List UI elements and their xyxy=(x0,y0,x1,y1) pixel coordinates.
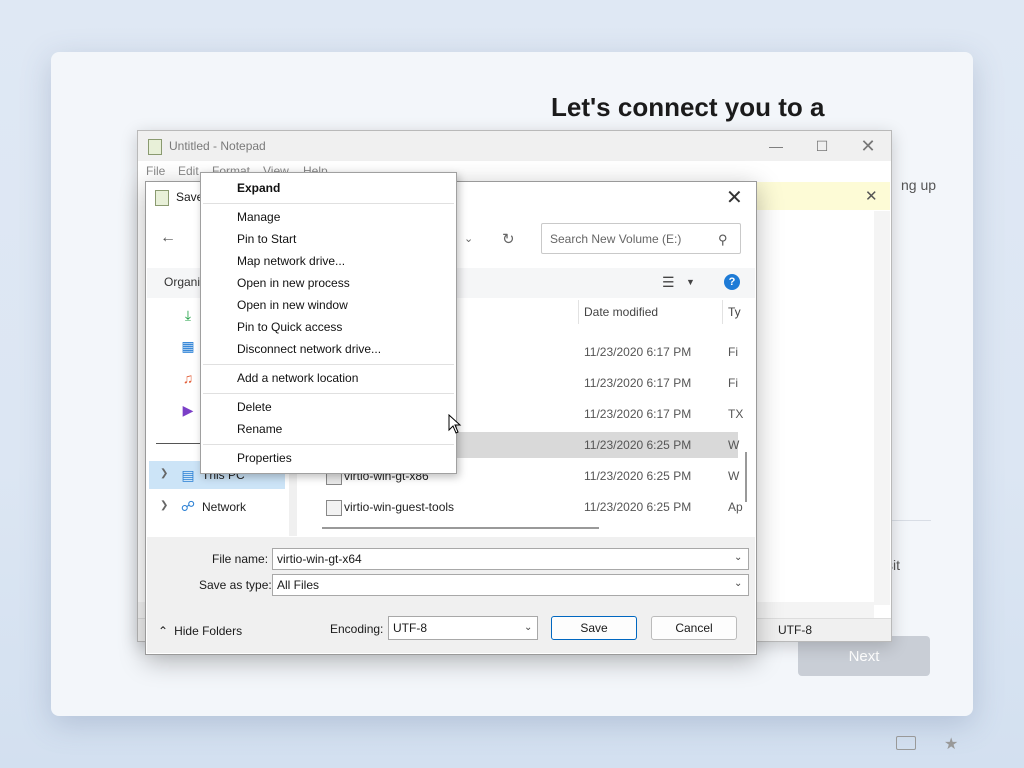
column-header-date[interactable]: Date modified xyxy=(584,305,658,319)
network-icon: ☍ xyxy=(180,497,196,514)
mouse-cursor-icon xyxy=(448,414,462,434)
save-type-select[interactable]: All Files xyxy=(272,574,749,596)
setup-title: Let's connect you to a xyxy=(551,92,825,122)
row-date[interactable]: 11/23/2020 6:25 PM xyxy=(584,438,691,452)
save-button[interactable]: Save xyxy=(551,616,637,640)
row-type[interactable]: Ap xyxy=(728,500,743,514)
vertical-scrollbar[interactable] xyxy=(874,211,890,605)
row-date[interactable]: 11/23/2020 6:17 PM xyxy=(584,407,691,421)
view-list-icon[interactable]: ☰ xyxy=(662,274,675,291)
row-type[interactable]: W xyxy=(728,438,739,452)
menu-item-add-network-location[interactable]: Add a network location xyxy=(237,371,358,385)
next-button[interactable]: Next xyxy=(798,636,930,676)
videos-icon[interactable]: ▶ xyxy=(180,402,196,418)
notepad-icon xyxy=(148,139,162,155)
menu-separator xyxy=(203,203,454,204)
row-date[interactable]: 11/23/2020 6:25 PM xyxy=(584,469,691,483)
menu-item-expand[interactable]: Expand xyxy=(237,181,280,195)
nav-label-network[interactable]: Network xyxy=(202,500,246,514)
menu-item-pin-quick-access[interactable]: Pin to Quick access xyxy=(237,320,342,334)
application-icon xyxy=(326,500,342,516)
chevron-down-icon[interactable]: ⌄ xyxy=(734,578,742,589)
nav-separator xyxy=(156,443,200,444)
hide-folders-button[interactable]: ⌃ Hide Folders xyxy=(158,624,242,638)
menu-item-disconnect-network-drive[interactable]: Disconnect network drive... xyxy=(237,342,381,356)
column-separator[interactable] xyxy=(578,300,579,324)
menu-item-map-network-drive[interactable]: Map network drive... xyxy=(237,254,345,268)
row-type[interactable]: Fi xyxy=(728,345,738,359)
horizontal-scroll-thumb[interactable] xyxy=(322,527,599,529)
chevron-right-icon[interactable]: ❯ xyxy=(160,468,168,479)
column-header-type[interactable]: Ty xyxy=(728,305,741,319)
column-separator[interactable] xyxy=(722,300,723,324)
context-menu: Expand Manage Pin to Start Map network d… xyxy=(200,172,457,474)
organize-button[interactable]: Organi xyxy=(164,275,200,289)
help-icon[interactable]: ? xyxy=(724,274,740,290)
chevron-down-icon[interactable]: ⌄ xyxy=(734,552,742,563)
chevron-right-icon[interactable]: ❯ xyxy=(160,500,168,511)
search-icon[interactable]: ⚲ xyxy=(718,232,728,248)
refresh-icon[interactable]: ↻ xyxy=(502,230,515,248)
maximize-icon[interactable]: ☐ xyxy=(799,131,845,161)
vertical-scroll-thumb[interactable] xyxy=(745,452,747,502)
keyboard-icon[interactable] xyxy=(896,736,916,750)
close-icon[interactable]: ✕ xyxy=(726,185,743,210)
chevron-down-icon[interactable]: ⌄ xyxy=(524,622,532,633)
cancel-button[interactable]: Cancel xyxy=(651,616,737,640)
row-date[interactable]: 11/23/2020 6:25 PM xyxy=(584,500,691,514)
menu-item-properties[interactable]: Properties xyxy=(237,451,292,465)
row-name[interactable]: virtio-win-guest-tools xyxy=(344,500,454,514)
search-input[interactable]: Search New Volume (E:) xyxy=(541,223,741,254)
save-type-label: Save as type: xyxy=(199,578,272,592)
menu-item-manage[interactable]: Manage xyxy=(237,210,280,224)
row-date[interactable]: 11/23/2020 6:17 PM xyxy=(584,376,691,390)
encoding-select[interactable]: UTF-8 xyxy=(388,616,538,640)
chevron-down-icon[interactable]: ⌄ xyxy=(464,232,473,245)
accessibility-icon[interactable]: ★ xyxy=(944,734,958,754)
file-name-field[interactable]: virtio-win-gt-x64 xyxy=(272,548,749,570)
pictures-icon[interactable]: ▦ xyxy=(180,338,196,354)
menu-item-open-new-process[interactable]: Open in new process xyxy=(237,276,350,290)
chevron-up-icon: ⌃ xyxy=(158,624,169,638)
row-type[interactable]: Fi xyxy=(728,376,738,390)
menu-item-rename[interactable]: Rename xyxy=(237,422,282,436)
notepad-icon xyxy=(155,190,169,206)
file-name-label: File name: xyxy=(212,552,269,566)
view-dropdown-icon[interactable]: ▼ xyxy=(686,277,695,287)
status-encoding: UTF-8 xyxy=(778,623,812,637)
encoding-label: Encoding: xyxy=(330,622,384,636)
menu-edit[interactable]: Edit xyxy=(178,164,199,178)
menu-file[interactable]: File xyxy=(146,164,165,178)
menu-separator xyxy=(203,364,454,365)
row-type[interactable]: TX xyxy=(728,407,743,421)
close-icon[interactable]: ✕ xyxy=(845,131,891,161)
setup-side-text: ng up xyxy=(901,177,937,193)
menu-item-pin-to-start[interactable]: Pin to Start xyxy=(237,232,296,246)
menu-separator xyxy=(203,444,454,445)
music-icon[interactable]: ♫ xyxy=(180,370,196,386)
hide-folders-label: Hide Folders xyxy=(174,624,243,638)
download-icon[interactable]: ⤓ xyxy=(180,307,196,323)
computer-icon: ▤ xyxy=(181,466,195,483)
row-date[interactable]: 11/23/2020 6:17 PM xyxy=(584,345,691,359)
row-type[interactable]: W xyxy=(728,469,739,483)
menu-item-delete[interactable]: Delete xyxy=(237,400,272,414)
menu-separator xyxy=(203,393,454,394)
notepad-title: Untitled - Notepad xyxy=(169,139,266,153)
back-arrow-icon[interactable]: ← xyxy=(160,229,176,247)
banner-close-icon[interactable]: ✕ xyxy=(865,187,878,205)
minimize-icon[interactable]: — xyxy=(753,131,799,161)
menu-item-open-new-window[interactable]: Open in new window xyxy=(237,298,348,312)
